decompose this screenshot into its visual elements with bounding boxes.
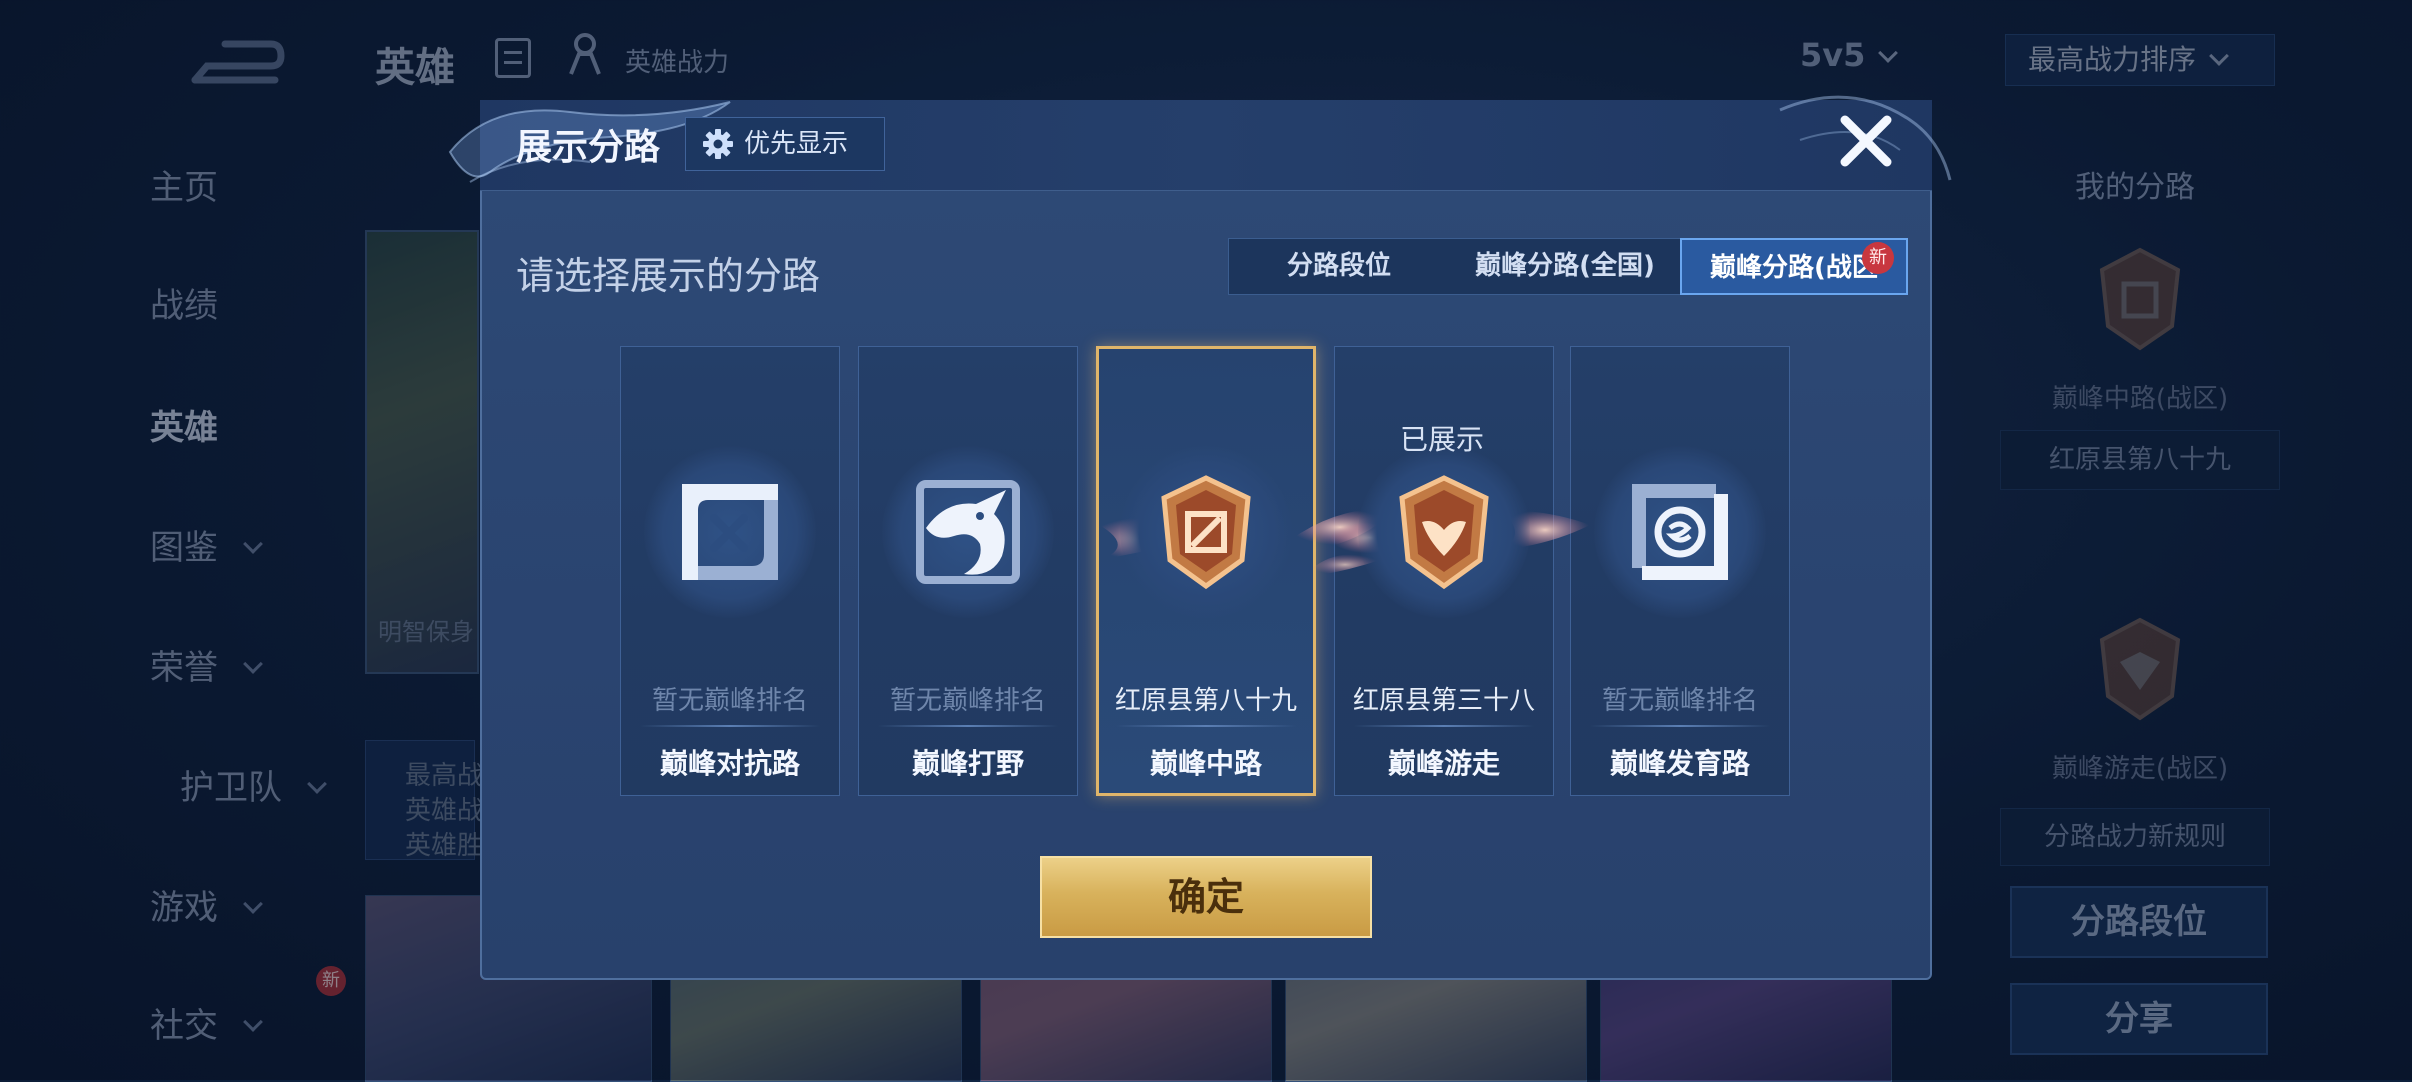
lane-name: 巅峰中路 <box>1149 747 1262 780</box>
lane-rank-text: 暂无巅峰排名 <box>889 686 1046 716</box>
lane-name: 巅峰对抗路 <box>659 747 800 780</box>
new-badge: 新 <box>1862 242 1894 274</box>
lane-rank-text: 暂无巅峰排名 <box>651 686 808 716</box>
tab-lane-rank[interactable]: 分路段位 <box>1228 238 1450 295</box>
lane-rank-text: 暂无巅峰排名 <box>1601 686 1758 716</box>
dialog-title: 展示分路 <box>516 127 661 168</box>
mid-lane-emblem-icon <box>1161 475 1251 590</box>
divider <box>1116 725 1296 727</box>
lane-name: 巅峰游走 <box>1387 747 1500 780</box>
tab-peak-national[interactable]: 巅峰分路(全国) <box>1450 238 1680 295</box>
divider <box>1354 725 1534 727</box>
confirm-button[interactable]: 确定 <box>1040 856 1372 938</box>
divider <box>640 725 820 727</box>
lane-rank-text: 红原县第三十八 <box>1352 686 1535 716</box>
divider <box>1590 725 1770 727</box>
lane-name: 巅峰发育路 <box>1609 747 1750 780</box>
lane-name: 巅峰打野 <box>911 747 1024 780</box>
divider <box>878 725 1058 727</box>
priority-display-label: 优先显示 <box>744 129 849 159</box>
dragon-jungle-icon <box>916 480 1020 584</box>
farm-lane-icon <box>1632 484 1728 580</box>
lane-rank-text: 红原县第八十九 <box>1114 686 1297 716</box>
clash-lane-icon <box>682 484 778 580</box>
gear-icon <box>703 129 733 159</box>
roam-emblem-icon <box>1399 475 1489 590</box>
dialog-subtitle: 请选择展示的分路 <box>516 254 821 298</box>
close-icon[interactable] <box>1835 110 1897 172</box>
shown-label: 已展示 <box>1399 423 1484 456</box>
